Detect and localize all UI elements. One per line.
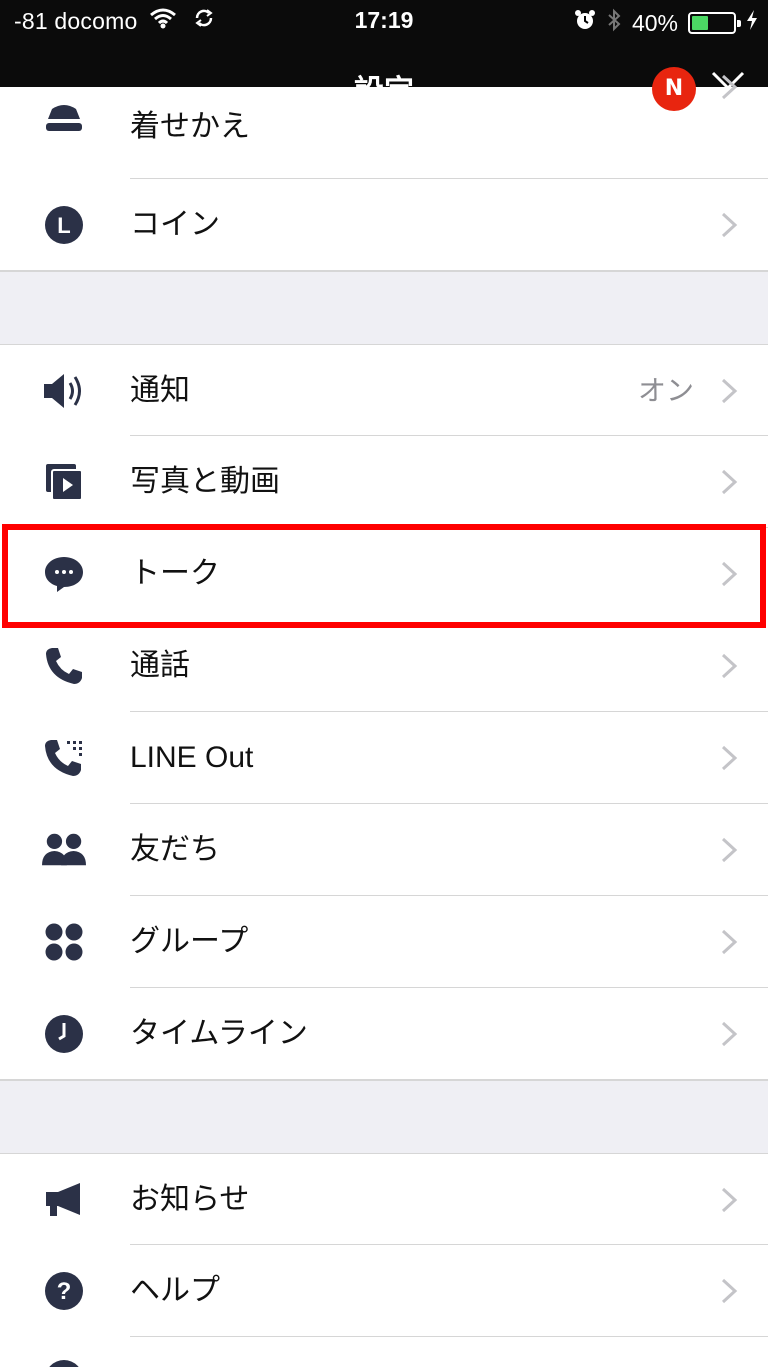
chevron-right-icon (721, 1187, 738, 1213)
settings-item-help[interactable]: ? ヘルプ (0, 1245, 768, 1337)
charging-icon (746, 9, 758, 37)
alarm-icon (574, 9, 596, 37)
info-icon (42, 1359, 86, 1367)
section-gap (0, 1080, 768, 1153)
settings-item-label: お知らせ (130, 1182, 250, 1217)
photo-video-icon (42, 462, 86, 502)
phone-icon (42, 646, 86, 686)
settings-item-timeline[interactable]: タイムライン (0, 988, 768, 1080)
timeline-icon (42, 1014, 86, 1054)
settings-item-label: 通知 (130, 373, 190, 408)
settings-item-label: 着せかえ (130, 109, 250, 144)
group-icon (42, 922, 86, 962)
settings-item-theme[interactable]: 着せかえ N (0, 67, 768, 179)
settings-item-chats[interactable]: トーク (0, 528, 768, 620)
chevron-right-icon (721, 1021, 738, 1047)
settings-item-photos-videos[interactable]: 写真と動画 (0, 436, 768, 528)
chevron-right-icon (721, 469, 738, 495)
svg-text:L: L (57, 213, 70, 238)
notifications-value: オン (637, 374, 694, 407)
status-bar: -81 docomo 17:19 40% (0, 0, 768, 44)
settings-item-label: LINE Out (130, 741, 254, 774)
settings-item-label: グループ (130, 924, 249, 959)
chevron-right-icon (721, 212, 738, 238)
speaker-icon (42, 371, 86, 411)
settings-item-calls[interactable]: 通話 (0, 620, 768, 712)
bluetooth-icon (606, 8, 622, 38)
settings-item-friends[interactable]: 友だち (0, 804, 768, 896)
chat-icon (42, 554, 86, 594)
settings-item-label: 通話 (130, 648, 190, 683)
chevron-right-icon (721, 1278, 738, 1304)
chevron-right-icon (721, 378, 738, 404)
coin-icon: L (42, 205, 86, 245)
friends-icon (42, 830, 86, 870)
settings-item-label: トーク (130, 556, 220, 591)
section-gap (0, 271, 768, 344)
theme-icon (42, 101, 86, 141)
chevron-right-icon (721, 653, 738, 679)
battery-icon (688, 12, 741, 34)
settings-item-label: 友だち (130, 832, 220, 867)
settings-item-groups[interactable]: グループ (0, 896, 768, 988)
chevron-right-icon (721, 745, 738, 771)
chevron-right-icon (721, 74, 738, 100)
line-out-icon (42, 738, 86, 778)
megaphone-icon (42, 1180, 86, 1220)
chevron-right-icon (721, 561, 738, 587)
new-badge: N (652, 67, 696, 111)
settings-item-line-out[interactable]: LINE Out (0, 712, 768, 804)
settings-item-label: ヘルプ (130, 1273, 220, 1308)
settings-item-coin[interactable]: L コイン (0, 179, 768, 271)
settings-item-label: 写真と動画 (130, 464, 280, 499)
chevron-right-icon (721, 929, 738, 955)
svg-text:?: ? (57, 1278, 72, 1305)
battery-percent: 40% (631, 9, 678, 36)
settings-item-partial[interactable] (0, 1337, 768, 1367)
settings-item-notifications[interactable]: 通知 オン (0, 344, 768, 436)
settings-item-announcements[interactable]: お知らせ (0, 1153, 768, 1245)
help-icon: ? (42, 1271, 86, 1311)
settings-item-label: タイムライン (130, 1016, 308, 1051)
chevron-right-icon (721, 837, 738, 863)
settings-item-label: コイン (130, 207, 220, 242)
